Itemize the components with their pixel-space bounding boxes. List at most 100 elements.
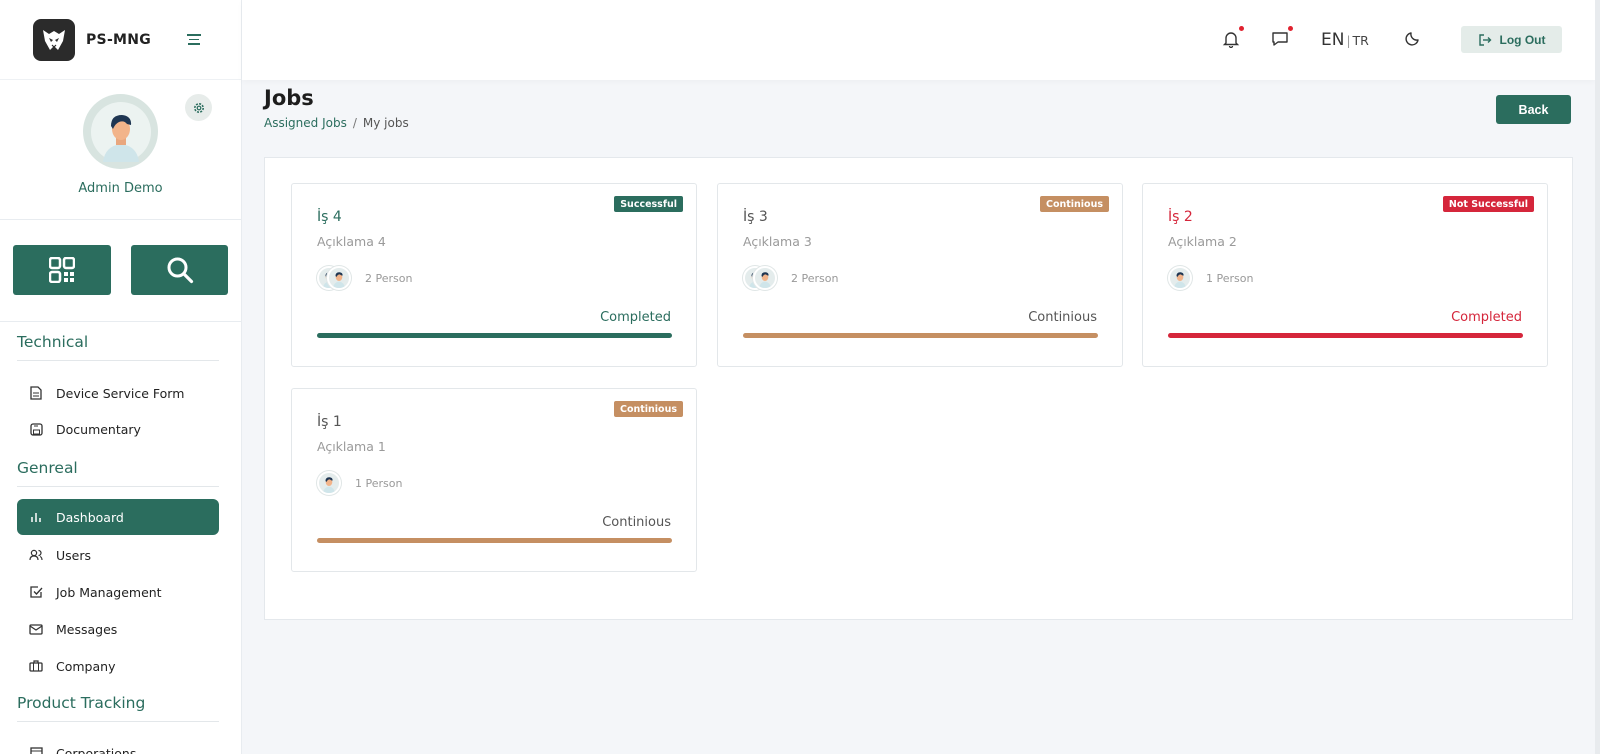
- job-description: Açıklama 1: [317, 439, 386, 454]
- progress-bar: [317, 333, 672, 338]
- status-badge: Successful: [614, 196, 683, 212]
- progress-fill: [743, 333, 1098, 338]
- progress-bar: [317, 538, 672, 543]
- sidebar-item-label: Users: [56, 547, 92, 563]
- breadcrumb: Assigned Jobs / My jobs: [264, 116, 409, 130]
- nav-section-product-tracking: Product Tracking: [17, 694, 219, 722]
- document-icon: [29, 386, 43, 400]
- messages-chat-icon[interactable]: [1271, 26, 1293, 50]
- nav-section-technical: Technical: [17, 333, 219, 361]
- checkbox-icon: [29, 585, 43, 599]
- job-card[interactable]: Continious İş 1 Açıklama 1 1 Person Cont…: [291, 388, 697, 572]
- sidebar-item-label: Dashboard: [56, 509, 124, 525]
- job-card[interactable]: Successful İş 4 Açıklama 4 2 Person Comp…: [291, 183, 697, 367]
- language-switcher[interactable]: EN | TR: [1321, 30, 1369, 50]
- breadcrumb-separator: /: [352, 116, 357, 130]
- job-title: İş 2: [1168, 209, 1193, 225]
- building-icon: [29, 746, 43, 754]
- job-status: Continious: [1028, 310, 1097, 325]
- lang-current[interactable]: EN: [1321, 30, 1344, 50]
- progress-fill: [317, 333, 672, 338]
- avatar[interactable]: [83, 94, 158, 169]
- sidebar-item-label: Device Service Form: [56, 385, 185, 401]
- qr-code-button[interactable]: [13, 245, 111, 295]
- search-button[interactable]: [131, 245, 228, 295]
- search-icon: [167, 257, 193, 284]
- assignee-avatars: 2 Person: [743, 266, 838, 290]
- assignee-avatar[interactable]: [753, 266, 777, 290]
- save-icon: [29, 422, 43, 436]
- sidebar-item-device-service-form[interactable]: Device Service Form: [17, 375, 219, 411]
- assignee-avatars: 1 Person: [317, 471, 402, 495]
- status-badge: Not Successful: [1442, 196, 1534, 212]
- sidebar-item-label: Job Management: [56, 584, 162, 600]
- person-count: 2 Person: [791, 271, 839, 285]
- lang-other[interactable]: TR: [1353, 33, 1369, 48]
- notifications-bell-icon[interactable]: [1222, 26, 1244, 50]
- sidebar-item-label: Company: [56, 658, 116, 674]
- job-card[interactable]: Not Successful İş 2 Açıklama 2 1 Person …: [1142, 183, 1548, 367]
- menu-toggle-icon[interactable]: [187, 34, 202, 45]
- settings-gear-icon[interactable]: [185, 94, 212, 121]
- sidebar-item-label: Corporations: [56, 745, 137, 754]
- status-badge: Continious: [613, 401, 683, 417]
- sidebar-item-dashboard[interactable]: Dashboard: [17, 499, 219, 535]
- notification-dot: [1239, 26, 1244, 31]
- breadcrumb-link-assigned-jobs[interactable]: Assigned Jobs: [264, 116, 347, 130]
- quick-actions: [0, 220, 241, 322]
- sidebar-item-label: Documentary: [56, 421, 141, 437]
- job-status: Continious: [602, 515, 671, 530]
- briefcase-icon: [29, 659, 43, 673]
- job-description: Açıklama 4: [317, 234, 386, 249]
- topbar: EN | TR Log Out: [242, 0, 1595, 80]
- profile-name[interactable]: Admin Demo: [0, 181, 241, 196]
- sidebar-item-documentary[interactable]: Documentary: [17, 411, 219, 447]
- progress-bar: [743, 333, 1098, 338]
- sidebar-item-messages[interactable]: Messages: [17, 611, 219, 647]
- sidebar-item-company[interactable]: Company: [17, 648, 219, 684]
- job-title: İş 4: [317, 209, 342, 225]
- assignee-avatars: 2 Person: [317, 266, 412, 290]
- progress-fill: [317, 538, 672, 543]
- logout-button[interactable]: Log Out: [1461, 26, 1562, 53]
- progress-fill: [1168, 333, 1523, 338]
- brand: PS-MNG: [0, 0, 241, 80]
- sidebar-item-job-management[interactable]: Job Management: [17, 574, 219, 610]
- nav-section-general: Genreal: [17, 459, 219, 487]
- page-scrollbar[interactable]: [1595, 0, 1600, 754]
- assignee-avatar[interactable]: [317, 471, 341, 495]
- job-description: Açıklama 3: [743, 234, 812, 249]
- sidebar-item-corporations[interactable]: Corporations: [17, 735, 219, 754]
- breadcrumb-current: My jobs: [362, 116, 409, 130]
- job-status: Completed: [600, 310, 671, 325]
- page-title: Jobs: [264, 86, 314, 110]
- job-status: Completed: [1451, 310, 1522, 325]
- section-title: Product Tracking: [17, 694, 219, 722]
- app-logo[interactable]: [33, 18, 75, 61]
- person-count: 1 Person: [1206, 271, 1254, 285]
- dark-mode-moon-icon[interactable]: [1405, 30, 1425, 50]
- lang-separator: |: [1346, 34, 1351, 48]
- job-description: Açıklama 2: [1168, 234, 1237, 249]
- logout-label: Log Out: [1499, 32, 1546, 47]
- job-title: İş 3: [743, 209, 768, 225]
- logout-icon: [1478, 33, 1491, 46]
- notification-dot: [1288, 26, 1293, 31]
- person-count: 2 Person: [365, 271, 413, 285]
- sidebar-item-label: Messages: [56, 621, 118, 637]
- jobs-panel: Successful İş 4 Açıklama 4 2 Person Comp…: [264, 157, 1573, 620]
- section-title: Genreal: [17, 459, 219, 487]
- status-badge: Continious: [1039, 196, 1109, 212]
- sidebar-item-users[interactable]: Users: [17, 537, 219, 573]
- assignee-avatars: 1 Person: [1168, 266, 1253, 290]
- person-count: 1 Person: [355, 476, 403, 490]
- users-icon: [29, 548, 43, 562]
- sidebar: PS-MNG Admin Demo Technical Device Servi…: [0, 0, 242, 754]
- job-card[interactable]: Continious İş 3 Açıklama 3 2 Person Cont…: [717, 183, 1123, 367]
- assignee-avatar[interactable]: [327, 266, 351, 290]
- profile-card: Admin Demo: [0, 80, 241, 220]
- mail-icon: [29, 622, 43, 636]
- assignee-avatar[interactable]: [1168, 266, 1192, 290]
- back-button[interactable]: Back: [1496, 95, 1571, 124]
- progress-bar: [1168, 333, 1523, 338]
